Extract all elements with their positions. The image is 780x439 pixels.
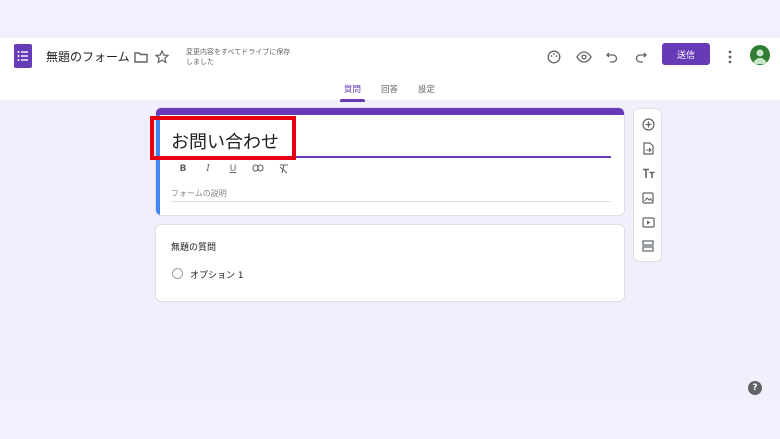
add-image-icon[interactable]	[639, 189, 657, 207]
undo-icon[interactable]	[601, 46, 623, 68]
format-toolbar: B I U	[176, 164, 290, 177]
accent-bar	[156, 108, 624, 115]
tab-settings[interactable]: 設定	[414, 78, 439, 102]
send-button[interactable]: 送信	[662, 43, 710, 65]
option-label[interactable]: オプション 1	[190, 268, 244, 281]
radio-option-icon	[172, 268, 183, 279]
star-icon[interactable]	[151, 46, 173, 68]
import-questions-icon[interactable]	[639, 139, 657, 157]
eye-icon[interactable]	[573, 46, 595, 68]
underline-button[interactable]: U	[226, 164, 240, 177]
palette-icon[interactable]	[543, 46, 565, 68]
doc-title[interactable]: 無題のフォーム	[46, 48, 130, 65]
top-strip	[0, 0, 780, 38]
add-section-icon[interactable]	[639, 237, 657, 255]
tab-questions[interactable]: 質問	[340, 78, 366, 102]
tab-responses[interactable]: 回答	[377, 78, 402, 102]
add-video-icon[interactable]	[639, 213, 657, 231]
clear-format-icon[interactable]	[276, 164, 290, 177]
help-icon[interactable]: ?	[748, 381, 762, 395]
avatar[interactable]	[750, 45, 770, 65]
link-icon[interactable]	[251, 164, 265, 177]
forms-logo-icon[interactable]	[14, 44, 32, 68]
question-card[interactable]: 無題の質問 オプション 1	[155, 224, 625, 302]
form-description-input[interactable]: フォームの説明	[171, 188, 227, 199]
italic-button[interactable]: I	[201, 164, 215, 177]
side-toolbar	[633, 108, 662, 262]
redo-icon[interactable]	[630, 46, 652, 68]
highlight-box	[150, 116, 296, 160]
more-vert-icon[interactable]	[719, 46, 741, 68]
description-underline	[171, 201, 611, 202]
add-title-icon[interactable]	[639, 164, 657, 182]
tab-bar: 質問 回答 設定	[340, 78, 439, 102]
bold-button[interactable]: B	[176, 164, 190, 177]
add-question-icon[interactable]	[639, 115, 657, 133]
bottom-strip	[0, 401, 780, 439]
question-title[interactable]: 無題の質問	[171, 240, 216, 253]
folder-icon[interactable]	[130, 46, 152, 68]
save-status: 変更内容をすべてドライブに保存しました	[186, 48, 291, 66]
